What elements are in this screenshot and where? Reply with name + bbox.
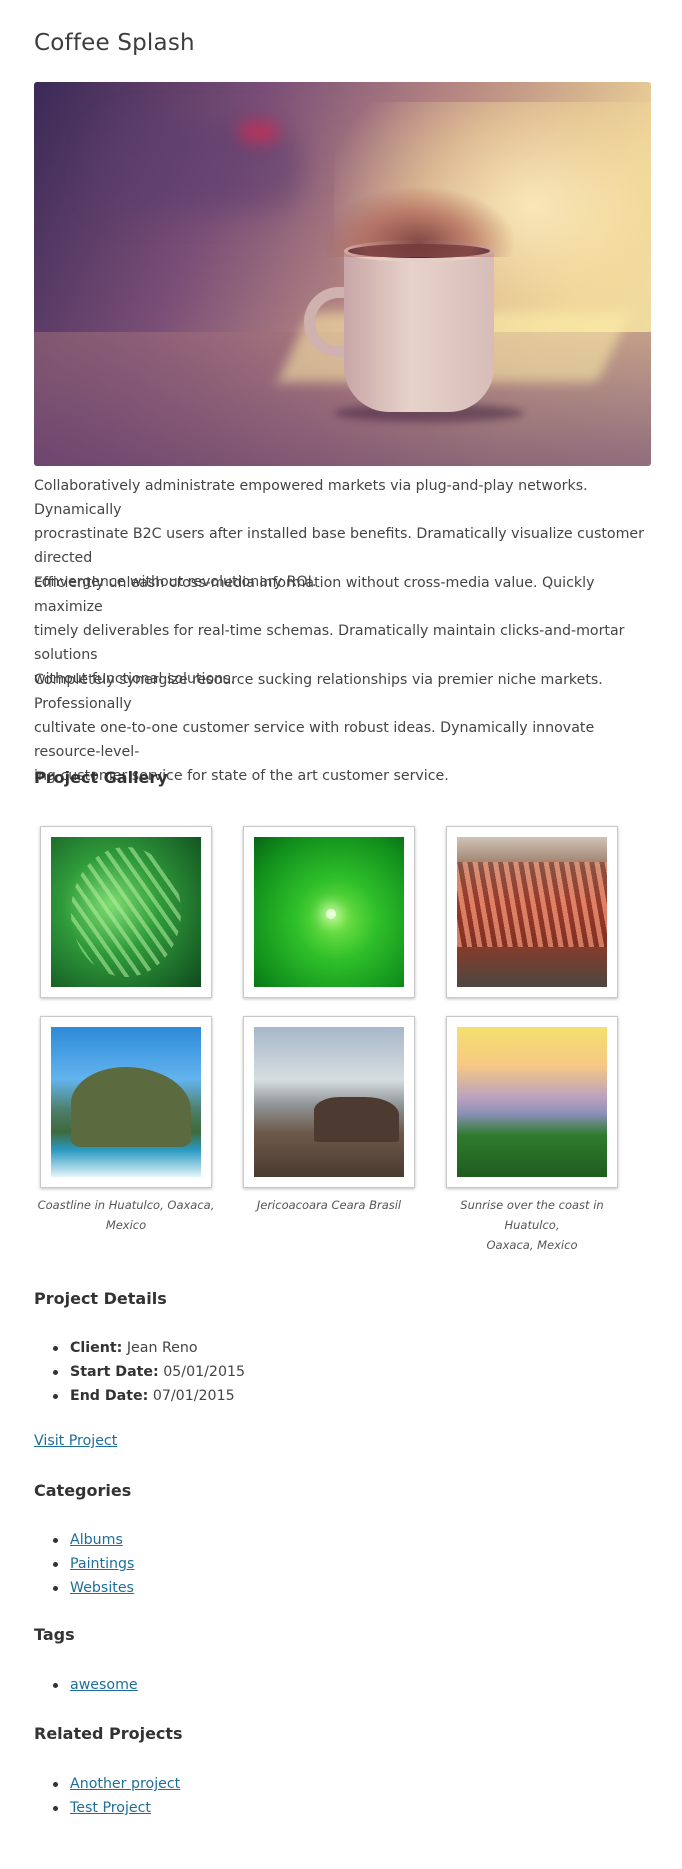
gallery-image (51, 1027, 201, 1177)
gallery-thumbnail-leaf[interactable] (243, 826, 415, 998)
gallery-caption: Jericoacoara Ceara Brasil (256, 1198, 402, 1212)
start-date-value: 05/01/2015 (163, 1364, 246, 1380)
list-item: Albums (52, 1528, 134, 1552)
gallery-thumbnail-coastline[interactable] (40, 1016, 212, 1188)
list-item-end-date: End Date: 07/01/2015 (52, 1384, 245, 1408)
end-date-value: 07/01/2015 (152, 1388, 235, 1404)
category-link-paintings[interactable]: Paintings (70, 1556, 134, 1572)
related-projects-heading: Related Projects (34, 1724, 183, 1743)
hero-background-accent (239, 122, 279, 142)
gallery-image (457, 837, 607, 987)
gallery-image (457, 1027, 607, 1177)
gallery-image (254, 1027, 404, 1177)
gallery-thumbnail-bark[interactable] (446, 826, 618, 998)
tags-heading: Tags (34, 1625, 75, 1644)
list-item: awesome (53, 1673, 138, 1697)
categories-list: Albums Paintings Websites (52, 1528, 134, 1600)
start-date-label: Start Date: (70, 1364, 159, 1380)
related-projects-list: Another project Test Project (52, 1772, 180, 1820)
gallery-thumbnail-beach[interactable] (243, 1016, 415, 1188)
list-item-client: Client: Jean Reno (52, 1336, 245, 1360)
project-details-heading: Project Details (34, 1289, 167, 1308)
gallery-caption: Sunrise over the coast in Huatulco, Oaxa… (460, 1198, 604, 1252)
list-item: Another project (52, 1772, 180, 1796)
related-project-link[interactable]: Another project (70, 1776, 180, 1792)
gallery-thumbnail-sunrise[interactable] (446, 1016, 618, 1188)
list-item: Paintings (52, 1552, 134, 1576)
end-date-label: End Date: (70, 1388, 149, 1404)
gallery-thumbnail-fern[interactable] (40, 826, 212, 998)
project-details-list: Client: Jean Reno Start Date: 05/01/2015… (52, 1336, 246, 1408)
category-link-websites[interactable]: Websites (70, 1580, 134, 1596)
categories-heading: Categories (34, 1481, 132, 1500)
gallery-heading: Project Gallery (34, 768, 168, 787)
gallery-caption: Coastline in Huatulco, Oaxaca, Mexico (37, 1198, 215, 1232)
gallery-image (254, 837, 404, 987)
hero-cup (344, 247, 494, 412)
list-item-start-date: Start Date: 05/01/2015 (52, 1360, 246, 1384)
hero-coffee-splash (324, 187, 514, 257)
client-value: Jean Reno (126, 1340, 198, 1356)
hero-image (34, 82, 651, 466)
visit-project-link[interactable]: Visit Project (34, 1433, 117, 1449)
list-item: Websites (52, 1576, 134, 1600)
tags-list: awesome (53, 1673, 138, 1697)
page-title: Coffee Splash (34, 30, 195, 56)
gallery-image (51, 837, 201, 987)
tag-link-awesome[interactable]: awesome (70, 1677, 138, 1693)
related-project-link[interactable]: Test Project (70, 1800, 151, 1816)
client-label: Client: (70, 1340, 123, 1356)
category-link-albums[interactable]: Albums (70, 1532, 123, 1548)
list-item: Test Project (52, 1796, 180, 1820)
